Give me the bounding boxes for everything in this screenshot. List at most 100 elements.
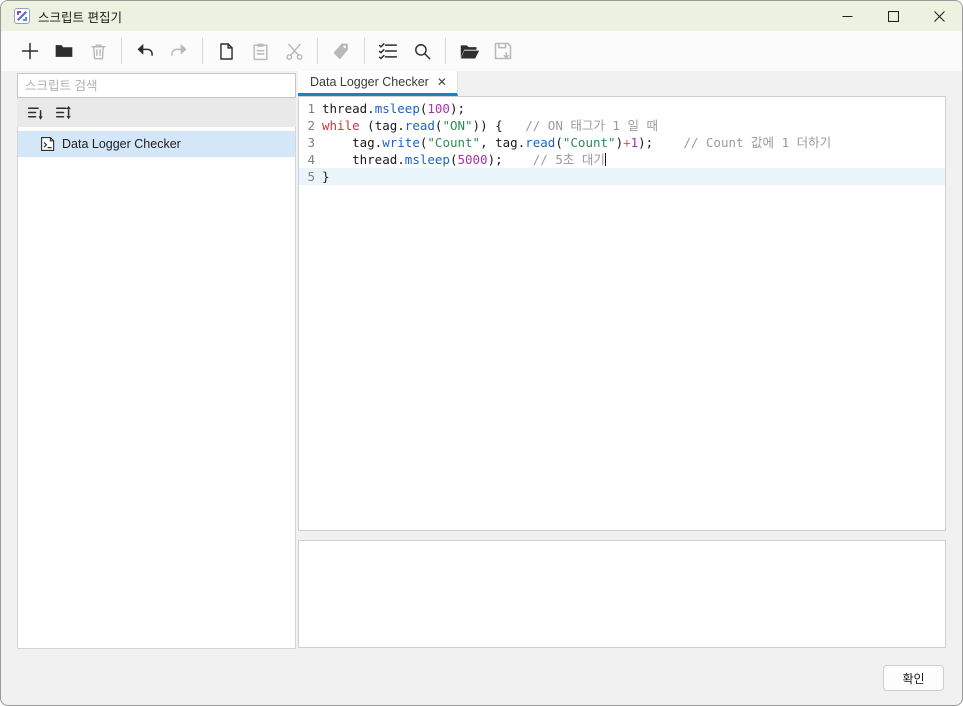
undo-icon <box>135 41 155 61</box>
cut-icon <box>285 42 304 61</box>
app-logo-icon <box>14 8 30 24</box>
close-button[interactable] <box>916 1 962 31</box>
code-token-plain: ( <box>555 135 563 150</box>
code-token-plain: thread. <box>322 152 405 167</box>
undo-button[interactable] <box>130 36 160 66</box>
close-icon <box>934 11 945 22</box>
code-token-plain: ) <box>616 135 624 150</box>
copy-icon <box>217 42 236 61</box>
trash-icon <box>89 42 108 61</box>
code-token-plain: , tag. <box>480 135 525 150</box>
new-script-button[interactable] <box>15 36 45 66</box>
delete-button[interactable] <box>83 36 113 66</box>
code-token-plain <box>653 135 683 150</box>
description-panel[interactable] <box>298 540 946 648</box>
collapse-all-button[interactable] <box>23 101 47 125</box>
minimize-button[interactable] <box>824 1 870 31</box>
new-folder-button[interactable] <box>49 36 79 66</box>
folder-open-icon <box>459 41 480 62</box>
script-list-button[interactable] <box>373 36 403 66</box>
code-line-3[interactable]: 3 tag.write("Count", tag.read("Count")+1… <box>299 134 945 151</box>
tab-label: Data Logger Checker <box>310 75 429 89</box>
tree-item-label: Data Logger Checker <box>62 137 181 151</box>
code-token-string: "ON" <box>442 118 472 133</box>
code-token-function: write <box>382 135 420 150</box>
checklist-icon <box>378 41 398 61</box>
script-tree: Data Logger Checker <box>17 127 296 649</box>
redo-button[interactable] <box>164 36 194 66</box>
code-token-plain: thread. <box>322 101 375 116</box>
code-token-number: 5000 <box>457 152 487 167</box>
code-line-4[interactable]: 4 thread.msleep(5000); // 5초 대기 <box>299 151 945 168</box>
code-token-function: read <box>525 135 555 150</box>
expand-all-button[interactable] <box>51 101 75 125</box>
code-token-function: read <box>405 118 435 133</box>
line-number: 5 <box>303 168 315 185</box>
toolbar-separator <box>317 38 318 64</box>
tab-data-logger-checker[interactable]: Data Logger Checker ✕ <box>298 71 458 96</box>
titlebar: 스크립트 편집기 <box>1 1 962 31</box>
code-token-function: msleep <box>375 101 420 116</box>
find-button[interactable] <box>407 36 437 66</box>
code-token-function: msleep <box>405 152 450 167</box>
code-token-number: 100 <box>427 101 450 116</box>
code-lines: 1thread.msleep(100);2while (tag.read("ON… <box>299 100 945 185</box>
tab-close-icon[interactable]: ✕ <box>437 76 447 88</box>
toolbar-separator <box>121 38 122 64</box>
plus-icon <box>20 41 40 61</box>
code-token-operator: + <box>623 135 631 150</box>
code-token-plain <box>503 152 533 167</box>
toolbar <box>1 31 962 71</box>
tree-item-data-logger-checker[interactable]: Data Logger Checker <box>18 131 295 157</box>
code-token-plain: ); <box>638 135 653 150</box>
code-line-1[interactable]: 1thread.msleep(100); <box>299 100 945 117</box>
redo-icon <box>169 41 189 61</box>
save-icon <box>493 41 513 61</box>
script-icon <box>40 136 56 152</box>
ok-button[interactable]: 확인 <box>883 665 944 691</box>
code-token-plain <box>503 118 526 133</box>
line-number: 4 <box>303 151 315 168</box>
toolbar-separator <box>202 38 203 64</box>
code-token-string: "Count" <box>427 135 480 150</box>
collapse-all-icon <box>27 104 44 121</box>
toolbar-separator <box>364 38 365 64</box>
code-token-string: "Count" <box>563 135 616 150</box>
tag-icon <box>332 42 351 61</box>
copy-button[interactable] <box>211 36 241 66</box>
script-search-input[interactable] <box>17 73 296 98</box>
paste-icon <box>251 42 270 61</box>
toolbar-separator <box>445 38 446 64</box>
text-cursor <box>605 153 606 166</box>
maximize-icon <box>888 11 899 22</box>
code-line-5[interactable]: 5} <box>299 168 945 185</box>
code-token-comment: // ON 태그가 1 일 때 <box>525 118 658 133</box>
code-token-keyword: while <box>322 118 360 133</box>
line-number: 2 <box>303 117 315 134</box>
tree-toolbar <box>17 98 296 127</box>
expand-all-icon <box>55 104 72 121</box>
code-token-plain: ); <box>488 152 503 167</box>
line-number: 3 <box>303 134 315 151</box>
code-token-comment: // 5초 대기 <box>533 152 605 167</box>
search-icon <box>413 42 432 61</box>
code-token-plain: )) { <box>473 118 503 133</box>
cut-button[interactable] <box>279 36 309 66</box>
save-button[interactable] <box>488 36 518 66</box>
paste-button[interactable] <box>245 36 275 66</box>
code-line-2[interactable]: 2while (tag.read("ON")) { // ON 태그가 1 일 … <box>299 117 945 134</box>
maximize-button[interactable] <box>870 1 916 31</box>
code-token-plain: ); <box>450 101 465 116</box>
code-editor[interactable]: 1thread.msleep(100);2while (tag.read("ON… <box>298 96 946 531</box>
minimize-icon <box>842 11 853 22</box>
tag-button[interactable] <box>326 36 356 66</box>
editor-tabbar: Data Logger Checker ✕ <box>298 71 946 96</box>
open-button[interactable] <box>454 36 484 66</box>
code-token-plain: (tag. <box>360 118 405 133</box>
script-editor-window: 스크립트 편집기 <box>0 0 963 706</box>
code-token-plain: tag. <box>322 135 382 150</box>
folder-icon <box>54 41 74 61</box>
code-token-comment: // Count 값에 1 더하기 <box>683 135 831 150</box>
line-number: 1 <box>303 100 315 117</box>
window-title: 스크립트 편집기 <box>38 7 122 26</box>
